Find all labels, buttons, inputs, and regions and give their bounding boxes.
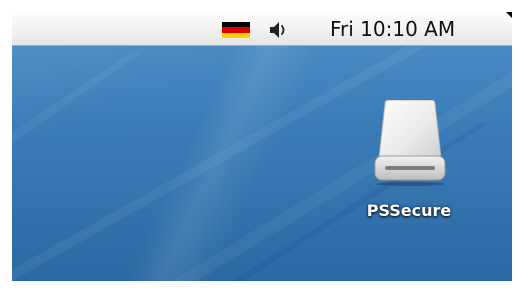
desktop-drive-icon[interactable]: PSSecure	[354, 100, 464, 226]
desktop-background[interactable]: PSSecure	[12, 12, 512, 281]
menu-bar: Fri 10:10 AM	[12, 12, 512, 46]
german-flag-icon[interactable]	[222, 22, 250, 38]
flag-band-gold	[222, 32, 250, 38]
drive-label: PSSecure	[366, 201, 452, 220]
external-hard-drive-icon	[374, 100, 446, 186]
menu-bar-clock[interactable]: Fri 10:10 AM	[330, 17, 455, 41]
speaker-volume-icon[interactable]	[268, 21, 288, 39]
screen: PSSecure Fri 10:10 AM	[12, 12, 512, 281]
menu-bar-corner	[506, 12, 512, 18]
